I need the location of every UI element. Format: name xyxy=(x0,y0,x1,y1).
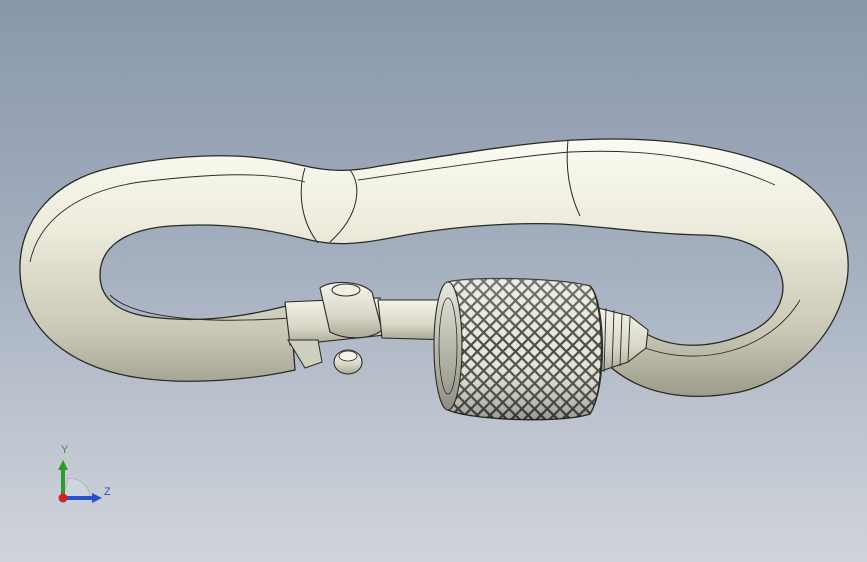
3d-viewport[interactable]: Y Z xyxy=(0,0,867,562)
carabiner-model[interactable] xyxy=(0,0,867,562)
axis-y-label: Y xyxy=(61,444,69,456)
coordinate-triad: Y Z xyxy=(50,440,120,510)
lock-sleeve[interactable] xyxy=(433,277,604,421)
gate-hinge xyxy=(284,281,386,375)
axis-z-label: Z xyxy=(104,486,111,498)
